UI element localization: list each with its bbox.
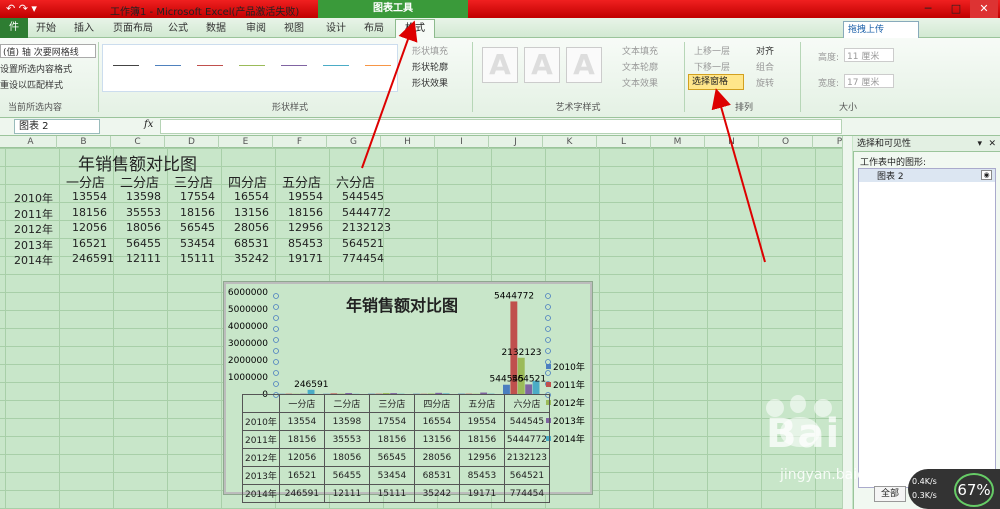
annotation-arrows bbox=[361, 20, 766, 263]
arrow-to-selection-pane bbox=[711, 88, 766, 263]
arrow-to-format-tab bbox=[361, 20, 418, 169]
